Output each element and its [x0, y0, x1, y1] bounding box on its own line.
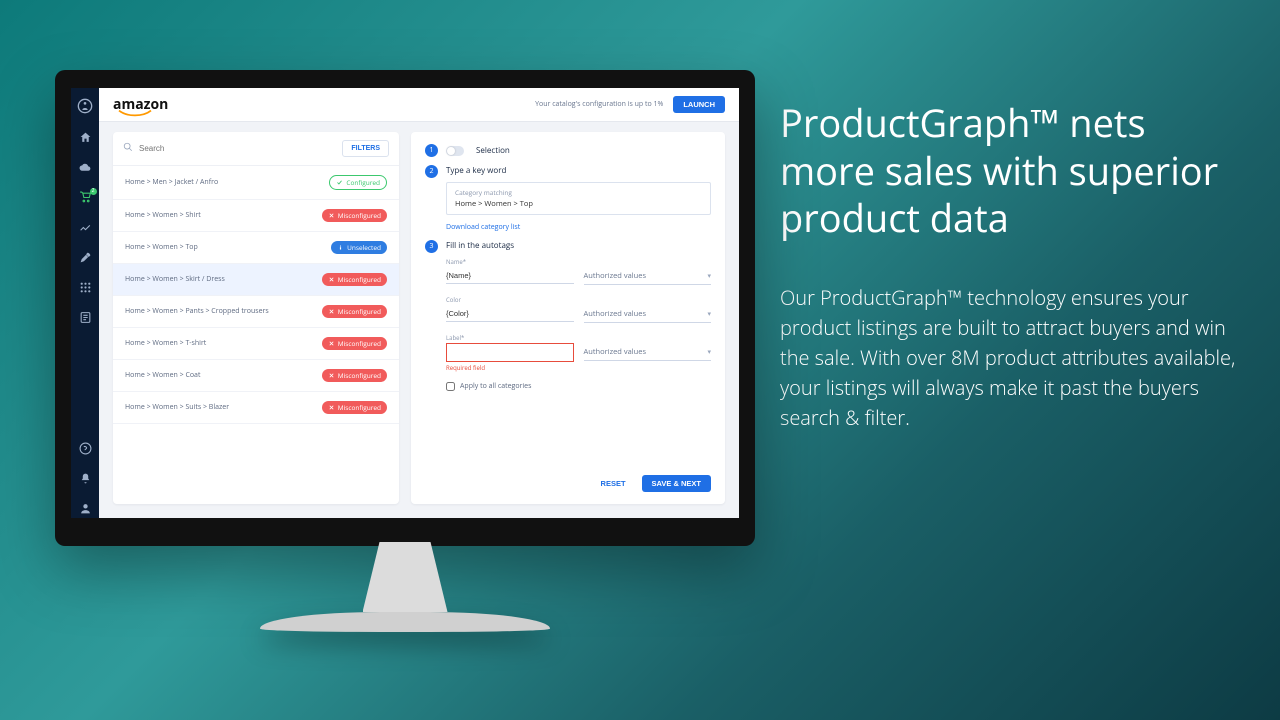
category-row[interactable]: Home > Women > Top Unselected — [113, 232, 399, 264]
category-name: Home > Men > Jacket / Anfro — [125, 178, 218, 187]
category-row[interactable]: Home > Women > Coat Misconfigured — [113, 360, 399, 392]
autotag-field-row: Label* Required field Authorized values▾ — [446, 333, 711, 372]
category-name: Home > Women > Suits > Blazer — [125, 403, 229, 412]
reset-button[interactable]: RESET — [591, 475, 636, 492]
selection-toggle[interactable] — [446, 146, 464, 156]
step-1-number: 1 — [425, 144, 438, 157]
field-input[interactable] — [446, 267, 574, 284]
authorized-values-select[interactable]: Authorized values▾ — [584, 305, 712, 323]
status-badge: Configured — [329, 175, 387, 190]
category-name: Home > Women > Skirt / Dress — [125, 275, 225, 284]
apply-all-row[interactable]: Apply to all categories — [446, 382, 711, 391]
step-1-label: Selection — [476, 145, 510, 156]
search-input[interactable] — [139, 144, 342, 153]
field-input[interactable] — [446, 305, 574, 322]
nav-notifications-icon[interactable] — [79, 472, 92, 488]
nav-settings-icon[interactable] — [79, 251, 92, 267]
field-error: Required field — [446, 364, 574, 372]
save-next-button[interactable]: SAVE & NEXT — [642, 475, 711, 492]
config-panel: 1 Selection 2 Type a key word — [411, 132, 725, 504]
status-badge: Misconfigured — [322, 369, 387, 382]
category-row[interactable]: Home > Men > Jacket / Anfro Configured — [113, 166, 399, 200]
status-badge: Misconfigured — [322, 401, 387, 414]
category-name: Home > Women > T-shirt — [125, 339, 206, 348]
marketing-headline: ProductGraph™ nets more sales with super… — [780, 100, 1240, 243]
status-badge: Misconfigured — [322, 209, 387, 222]
category-matching-value: Home > Women > Top — [455, 199, 702, 209]
category-name: Home > Women > Coat — [125, 371, 200, 380]
status-badge: Misconfigured — [322, 273, 387, 286]
step-3-number: 3 — [425, 240, 438, 253]
authorized-values-select[interactable]: Authorized values▾ — [584, 343, 712, 361]
category-row[interactable]: Home > Women > Skirt / Dress Misconfigure… — [113, 264, 399, 296]
nav-help-icon[interactable] — [79, 442, 92, 458]
catalog-status-text: Your catalog's configuration is up to 1% — [535, 100, 663, 109]
filters-button[interactable]: FILTERS — [342, 140, 389, 157]
status-badge: Misconfigured — [322, 337, 387, 350]
category-list-panel: FILTERS Home > Men > Jacket / Anfro Confi… — [113, 132, 399, 504]
category-matching-box: Category matching Home > Women > Top — [446, 182, 711, 215]
nav-orders-icon[interactable] — [79, 311, 92, 327]
topbar: amazon Your catalog's configuration is u… — [99, 88, 739, 122]
channel-brand: amazon — [113, 95, 168, 114]
app-screen: 2 — [71, 88, 739, 518]
apply-all-checkbox[interactable] — [446, 382, 455, 391]
nav-cart-icon[interactable]: 2 — [79, 191, 92, 207]
marketing-body: Our ProductGraph™ technology ensures you… — [780, 283, 1240, 433]
field-label: Name* — [446, 258, 466, 266]
category-row[interactable]: Home > Women > T-shirt Misconfigured — [113, 328, 399, 360]
step-2-number: 2 — [425, 165, 438, 178]
category-row[interactable]: Home > Women > Suits > Blazer Misconfigur… — [113, 392, 399, 424]
monitor-stand-base — [260, 612, 550, 632]
step-3-label: Fill in the autotags — [446, 240, 711, 251]
nav-home-icon[interactable] — [79, 131, 92, 147]
field-label: Label* — [446, 334, 464, 342]
category-name: Home > Women > Pants > Cropped trousers — [125, 307, 269, 316]
authorized-values-select[interactable]: Authorized values▾ — [584, 267, 712, 285]
category-row[interactable]: Home > Women > Shirt Misconfigured — [113, 200, 399, 232]
nav-analytics-icon[interactable] — [79, 221, 92, 237]
status-badge: Unselected — [331, 241, 387, 254]
autotag-field-row: Name* Authorized values▾ — [446, 257, 711, 285]
nav-cloud-icon[interactable] — [79, 161, 92, 177]
category-row[interactable]: Home > Women > Pants > Cropped trousers M… — [113, 296, 399, 328]
category-name: Home > Women > Top — [125, 243, 198, 252]
download-category-link[interactable]: Download category list — [446, 223, 520, 232]
search-icon — [123, 142, 139, 155]
sidebar-rail: 2 — [71, 88, 99, 518]
field-input[interactable] — [446, 343, 574, 362]
autotag-field-row: Color Authorized values▾ — [446, 295, 711, 323]
app-logo-icon — [77, 98, 93, 117]
nav-account-icon[interactable] — [79, 502, 92, 518]
nav-apps-icon[interactable] — [79, 281, 92, 297]
status-badge: Misconfigured — [322, 305, 387, 318]
monitor-mockup: 2 — [55, 70, 755, 632]
step-2-label: Type a key word — [446, 165, 711, 176]
nav-cart-badge: 2 — [90, 188, 97, 195]
marketing-copy: ProductGraph™ nets more sales with super… — [780, 100, 1240, 433]
field-label: Color — [446, 296, 461, 304]
monitor-stand-neck — [363, 542, 448, 612]
category-name: Home > Women > Shirt — [125, 211, 201, 220]
launch-button[interactable]: LAUNCH — [673, 96, 725, 113]
